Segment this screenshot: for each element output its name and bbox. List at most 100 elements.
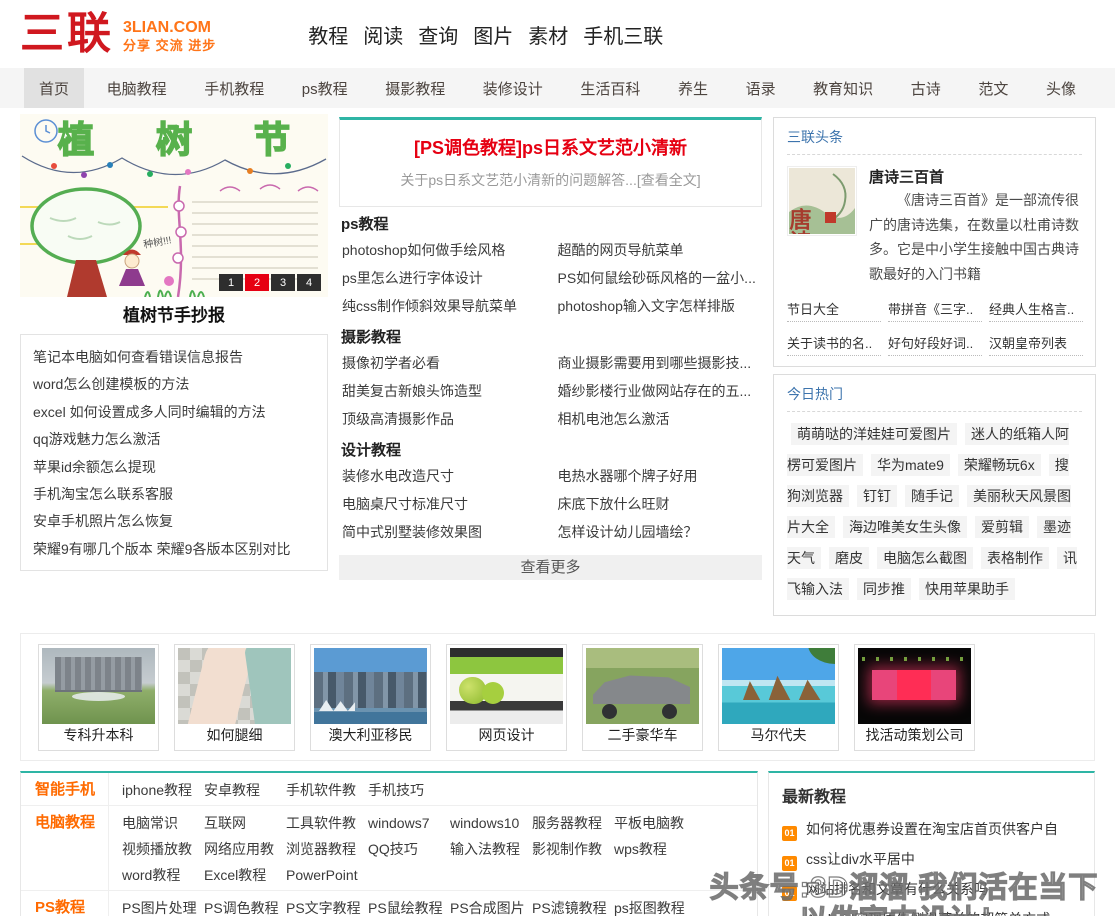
headline-link[interactable]: 带拼音《三字..	[888, 299, 982, 322]
category-link[interactable]: 平板电脑教	[614, 810, 696, 836]
latest-tutorial-item[interactable]: 01如何将优惠券设置在淘宝店首页供客户自	[782, 814, 1081, 844]
list-item[interactable]: qq游戏魅力怎么激活	[33, 426, 315, 453]
carousel-page-2[interactable]: 2	[245, 274, 269, 291]
list-item[interactable]: 安卓手机照片怎么恢复	[33, 508, 315, 535]
nav-tab-computer[interactable]: 电脑教程	[92, 68, 182, 108]
article-link[interactable]: 摄像初学者必看	[339, 349, 547, 377]
article-link[interactable]: 相机电池怎么激活	[555, 405, 763, 433]
nav-tab-avatars[interactable]: 头像	[1031, 68, 1091, 108]
article-link[interactable]: 怎样设计幼儿园墙绘？	[555, 518, 763, 546]
promo-card[interactable]: 澳大利亚移民	[310, 644, 431, 751]
carousel-page-3[interactable]: 3	[271, 274, 295, 291]
article-link[interactable]: PS如何鼠绘砂砾风格的一盆小...	[555, 264, 763, 292]
top-nav-item-tutorials[interactable]: 教程	[308, 20, 348, 49]
category-link[interactable]: windows7	[368, 810, 450, 836]
hot-tag[interactable]: 表格制作	[981, 547, 1049, 569]
hot-tag[interactable]: 海边唯美女生头像	[843, 516, 967, 538]
headline-title[interactable]: 唐诗三百首	[869, 166, 1082, 187]
hot-tag[interactable]: 随手记	[905, 485, 959, 507]
featured-summary[interactable]: 关于ps日系文艺范小清新的问题解答...[查看全文]	[350, 170, 751, 190]
hot-tag[interactable]: 快用苹果助手	[919, 578, 1015, 600]
list-item[interactable]: excel 如何设置成多人同时编辑的方法	[33, 399, 315, 426]
article-link[interactable]: 简中式别墅装修效果图	[339, 518, 547, 546]
carousel-page-4[interactable]: 4	[297, 274, 321, 291]
top-nav-item-query[interactable]: 查询	[418, 20, 458, 49]
headline-link[interactable]: 经典人生格言..	[989, 299, 1083, 322]
article-link[interactable]: 甜美复古新娘头饰造型	[339, 377, 547, 405]
promo-card[interactable]: 如何腿细	[174, 644, 295, 751]
nav-tab-life[interactable]: 生活百科	[565, 68, 655, 108]
hot-tag[interactable]: 萌萌哒的洋娃娃可爱图片	[791, 423, 957, 445]
category-link[interactable]: 影视制作教	[532, 836, 614, 862]
hot-tag[interactable]: 磨皮	[829, 547, 869, 569]
category-link[interactable]: 浏览器教程	[286, 836, 368, 862]
category-label[interactable]: 电脑教程	[21, 806, 109, 890]
nav-tab-ps[interactable]: ps教程	[287, 68, 363, 108]
latest-tutorial-item[interactable]: 01css让div水平居中	[782, 844, 1081, 874]
headline-link[interactable]: 汉朝皇帝列表	[989, 333, 1083, 356]
hot-tag[interactable]: 钉钉	[857, 485, 897, 507]
nav-tab-health[interactable]: 养生	[663, 68, 723, 108]
headline-link[interactable]: 关于读书的名..	[787, 333, 881, 356]
category-link[interactable]: PS鼠绘教程	[368, 895, 450, 916]
list-item[interactable]: 荣耀9有哪几个版本 荣耀9各版本区别对比	[33, 536, 315, 563]
promo-card[interactable]: 专科升本科	[38, 644, 159, 751]
nav-tab-poetry[interactable]: 古诗	[896, 68, 956, 108]
nav-tab-essays[interactable]: 范文	[963, 68, 1023, 108]
list-item[interactable]: 苹果id余额怎么提现	[33, 454, 315, 481]
category-link[interactable]: 工具软件教	[286, 810, 368, 836]
nav-tab-education[interactable]: 教育知识	[798, 68, 888, 108]
nav-tab-quotes[interactable]: 语录	[731, 68, 791, 108]
article-link[interactable]: ps里怎么进行字体设计	[339, 264, 547, 292]
list-item[interactable]: 手机淘宝怎么联系客服	[33, 481, 315, 508]
site-logo[interactable]: 三联 3LIAN.COM 分享 交流 进步	[20, 12, 216, 56]
article-link[interactable]: 电热水器哪个牌子好用	[555, 462, 763, 490]
latest-tutorial-item[interactable]: 01Android实现原生侧滑菜单的超简单方式	[782, 904, 1081, 916]
article-link[interactable]: photoshop如何做手绘风格	[339, 236, 547, 264]
carousel-page-1[interactable]: 1	[219, 274, 243, 291]
article-link[interactable]: 顶级高清摄影作品	[339, 405, 547, 433]
headline-thumbnail[interactable]: 唐诗	[787, 166, 857, 236]
carousel-image[interactable]: 植树节 种树!!!	[20, 114, 328, 297]
nav-tab-photography[interactable]: 摄影教程	[370, 68, 460, 108]
category-link[interactable]: PowerPoint	[286, 862, 368, 888]
carousel-caption[interactable]: 植树节手抄报	[20, 297, 328, 327]
hot-tag[interactable]: 同步推	[857, 578, 911, 600]
featured-title[interactable]: [PS调色教程]ps日系文艺范小清新	[350, 134, 751, 160]
category-label[interactable]: PS教程	[21, 891, 109, 916]
category-link[interactable]: 手机技巧	[368, 777, 450, 803]
category-link[interactable]: PS图片处理	[122, 895, 204, 916]
headline-description[interactable]: 《唐诗三百首》是一部流传很广的唐诗选集，在数量以杜甫诗数多。它是中小学生接触中国…	[869, 188, 1082, 286]
category-link[interactable]: iphone教程	[122, 777, 204, 803]
headline-link[interactable]: 好句好段好词..	[888, 333, 982, 356]
category-link[interactable]: QQ技巧	[368, 836, 450, 862]
promo-card[interactable]: 马尔代夫	[718, 644, 839, 751]
promo-card[interactable]: 二手豪华车	[582, 644, 703, 751]
headline-link[interactable]: 节日大全	[787, 299, 881, 322]
category-link[interactable]: 网络应用教	[204, 836, 286, 862]
hot-tag[interactable]: 华为mate9	[871, 454, 950, 476]
nav-tab-phone[interactable]: 手机教程	[189, 68, 279, 108]
category-link[interactable]: PS滤镜教程	[532, 895, 614, 916]
list-item[interactable]: 笔记本电脑如何查看错误信息报告	[33, 344, 315, 371]
nav-tab-decoration[interactable]: 装修设计	[468, 68, 558, 108]
article-link[interactable]: 纯css制作倾斜效果导航菜单	[339, 292, 547, 320]
category-link[interactable]: 安卓教程	[204, 777, 286, 803]
category-link[interactable]: 视频播放教	[122, 836, 204, 862]
category-link[interactable]: Excel教程	[204, 862, 286, 888]
top-nav-item-images[interactable]: 图片	[473, 20, 513, 49]
promo-card[interactable]: 网页设计	[446, 644, 567, 751]
top-nav-item-materials[interactable]: 素材	[528, 20, 568, 49]
nav-tab-home[interactable]: 首页	[24, 68, 84, 108]
category-link[interactable]: PS文字教程	[286, 895, 368, 916]
top-nav-item-reading[interactable]: 阅读	[363, 20, 403, 49]
article-link[interactable]: photoshop输入文字怎样排版	[555, 292, 763, 320]
article-link[interactable]: 床底下放什么旺财	[555, 490, 763, 518]
article-link[interactable]: 装修水电改造尺寸	[339, 462, 547, 490]
category-link[interactable]: 服务器教程	[532, 810, 614, 836]
category-link[interactable]: PS调色教程	[204, 895, 286, 916]
view-more-button[interactable]: 查看更多	[339, 555, 762, 580]
category-label[interactable]: 智能手机	[21, 773, 109, 805]
category-link[interactable]: word教程	[122, 862, 204, 888]
article-link[interactable]: 商业摄影需要用到哪些摄影技...	[555, 349, 763, 377]
